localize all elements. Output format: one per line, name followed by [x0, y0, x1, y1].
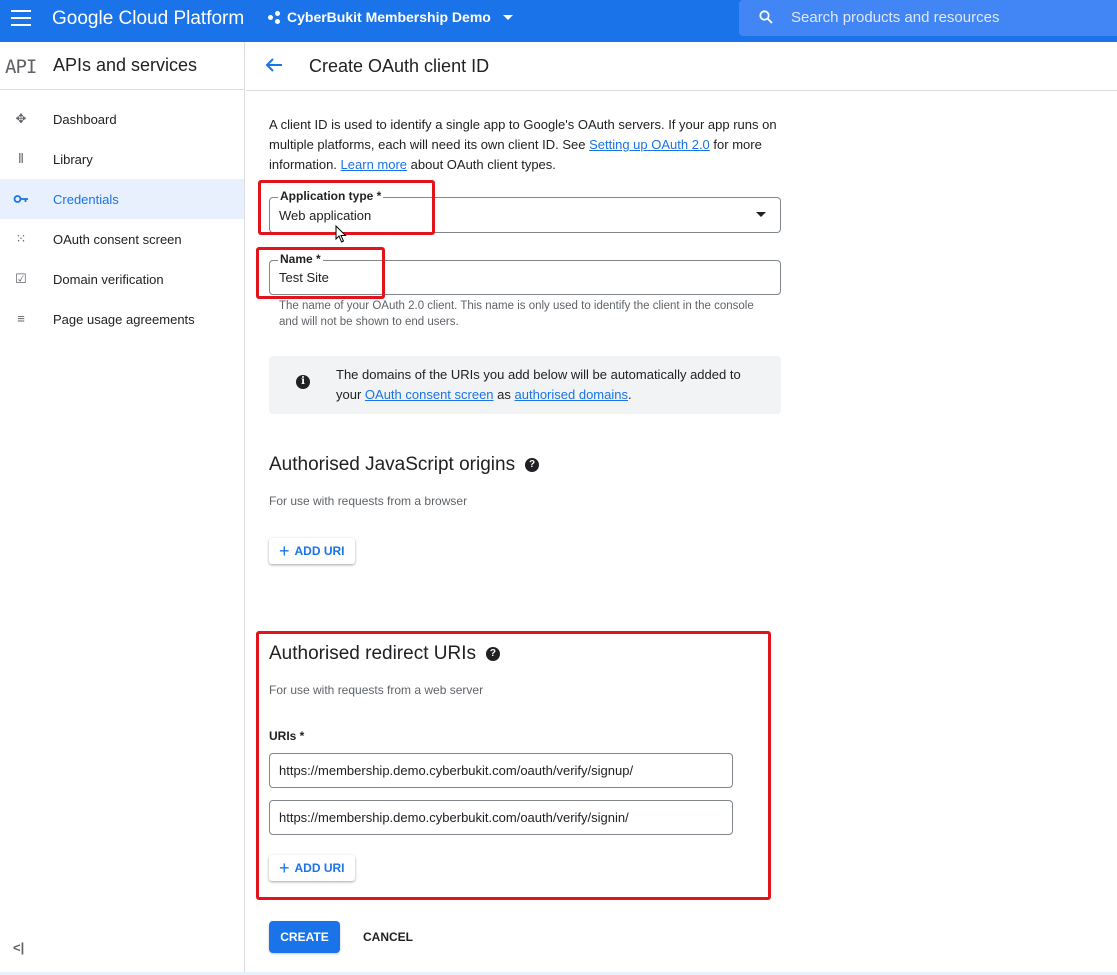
oauth-consent-screen-link[interactable]: OAuth consent screen — [365, 387, 494, 402]
redirect-uris-heading: Authorised redirect URIs ? — [269, 643, 500, 665]
sidebar-title: APIs and services — [53, 55, 198, 75]
name-hint: The name of your OAuth 2.0 client. This … — [279, 300, 754, 328]
cancel-button[interactable]: CANCEL — [354, 921, 422, 953]
setting-up-oauth-link[interactable]: Setting up OAuth 2.0 — [589, 137, 710, 152]
js-origins-subtitle: For use with requests from a browser — [269, 494, 468, 508]
learn-more-link[interactable]: Learn more — [341, 157, 407, 172]
sidebar-item-library[interactable]: ⦀ Library — [0, 139, 244, 179]
hamburger-menu-icon[interactable] — [11, 10, 31, 26]
checkbox-icon: ☑ — [15, 271, 27, 286]
sidebar-item-label: OAuth consent screen — [53, 231, 182, 247]
sidebar-item-credentials[interactable]: Credentials — [0, 179, 244, 219]
sidebar-nav: ✥ Dashboard ⦀ Library Credentials ⁙ OAut… — [0, 99, 244, 339]
page-header: Create OAuth client ID — [246, 42, 1117, 91]
plus-icon: + — [279, 857, 290, 878]
info-text-part: . — [627, 387, 632, 402]
info-icon: i — [296, 375, 310, 389]
intro-text: A client ID is used to identify a single… — [269, 115, 781, 175]
chevron-down-icon — [756, 212, 766, 217]
name-field[interactable]: Name * Test Site — [269, 252, 781, 295]
api-logo-icon: API — [5, 56, 37, 78]
sidebar-item-label: Library — [53, 151, 93, 167]
brand-title[interactable]: Google Cloud Platform — [52, 8, 244, 30]
sidebar: API APIs and services ✥ Dashboard ⦀ Libr… — [0, 42, 245, 975]
page-title: Create OAuth client ID — [309, 56, 490, 76]
dashboard-icon: ✥ — [15, 111, 27, 126]
sidebar-item-label: Page usage agreements — [53, 311, 195, 327]
info-banner: i The domains of the URIs you add below … — [269, 356, 781, 414]
sidebar-item-label: Credentials — [53, 191, 119, 207]
project-selector[interactable]: CyberBukit Membership Demo — [268, 9, 513, 25]
redirect-uri-input[interactable]: https://membership.demo.cyberbukit.com/o… — [269, 753, 733, 788]
sidebar-item-label: Dashboard — [53, 111, 117, 127]
application-type-label: Application type * — [278, 189, 384, 203]
name-label: Name * — [278, 252, 323, 266]
settings-list-icon: ≡ — [17, 311, 25, 326]
sidebar-item-oauth-consent[interactable]: ⁙ OAuth consent screen — [0, 219, 244, 259]
application-type-value: Web application — [279, 208, 372, 223]
intro-text-part: about OAuth client types. — [407, 157, 556, 172]
info-text-part: as — [493, 387, 515, 402]
help-icon[interactable]: ? — [485, 647, 500, 661]
js-origins-heading: Authorised JavaScript origins ? — [269, 454, 540, 476]
create-button[interactable]: CREATE — [269, 921, 340, 953]
sidebar-item-dashboard[interactable]: ✥ Dashboard — [0, 99, 244, 139]
add-uri-label: ADD URI — [294, 544, 345, 558]
authorised-domains-link[interactable]: authorised domains — [515, 387, 628, 402]
info-text: The domains of the URIs you add below wi… — [336, 365, 756, 405]
help-icon[interactable]: ? — [525, 458, 540, 472]
consent-icon: ⁙ — [15, 231, 27, 246]
search-icon — [759, 10, 773, 24]
sidebar-item-domain-verification[interactable]: ☑ Domain verification — [0, 259, 244, 299]
add-js-origin-button[interactable]: + ADD URI — [269, 538, 355, 564]
chevron-down-icon — [502, 14, 513, 20]
search-input[interactable] — [791, 4, 1101, 30]
redirect-uris-title: Authorised redirect URIs — [269, 643, 476, 664]
back-arrow-icon[interactable] — [264, 55, 284, 75]
sidebar-header: API APIs and services — [0, 42, 244, 90]
key-icon — [13, 191, 29, 207]
add-uri-label: ADD URI — [294, 861, 345, 875]
plus-icon: + — [279, 540, 290, 561]
search-bar[interactable] — [739, 0, 1117, 36]
redirect-uri-input[interactable]: https://membership.demo.cyberbukit.com/o… — [269, 800, 733, 835]
project-icon — [268, 10, 281, 24]
uris-label: URIs * — [269, 729, 305, 743]
project-name: CyberBukit Membership Demo — [287, 9, 491, 25]
sidebar-item-page-usage[interactable]: ≡ Page usage agreements — [0, 299, 244, 339]
collapse-sidebar-icon[interactable]: <| — [13, 940, 24, 955]
add-redirect-uri-button[interactable]: + ADD URI — [269, 855, 355, 881]
library-icon: ⦀ — [18, 151, 24, 166]
js-origins-title: Authorised JavaScript origins — [269, 454, 516, 475]
top-bar: Google Cloud Platform CyberBukit Members… — [0, 0, 1117, 42]
redirect-uris-subtitle: For use with requests from a web server — [269, 683, 484, 697]
sidebar-item-label: Domain verification — [53, 271, 164, 287]
mouse-cursor-icon — [335, 225, 347, 243]
name-value: Test Site — [279, 270, 329, 285]
